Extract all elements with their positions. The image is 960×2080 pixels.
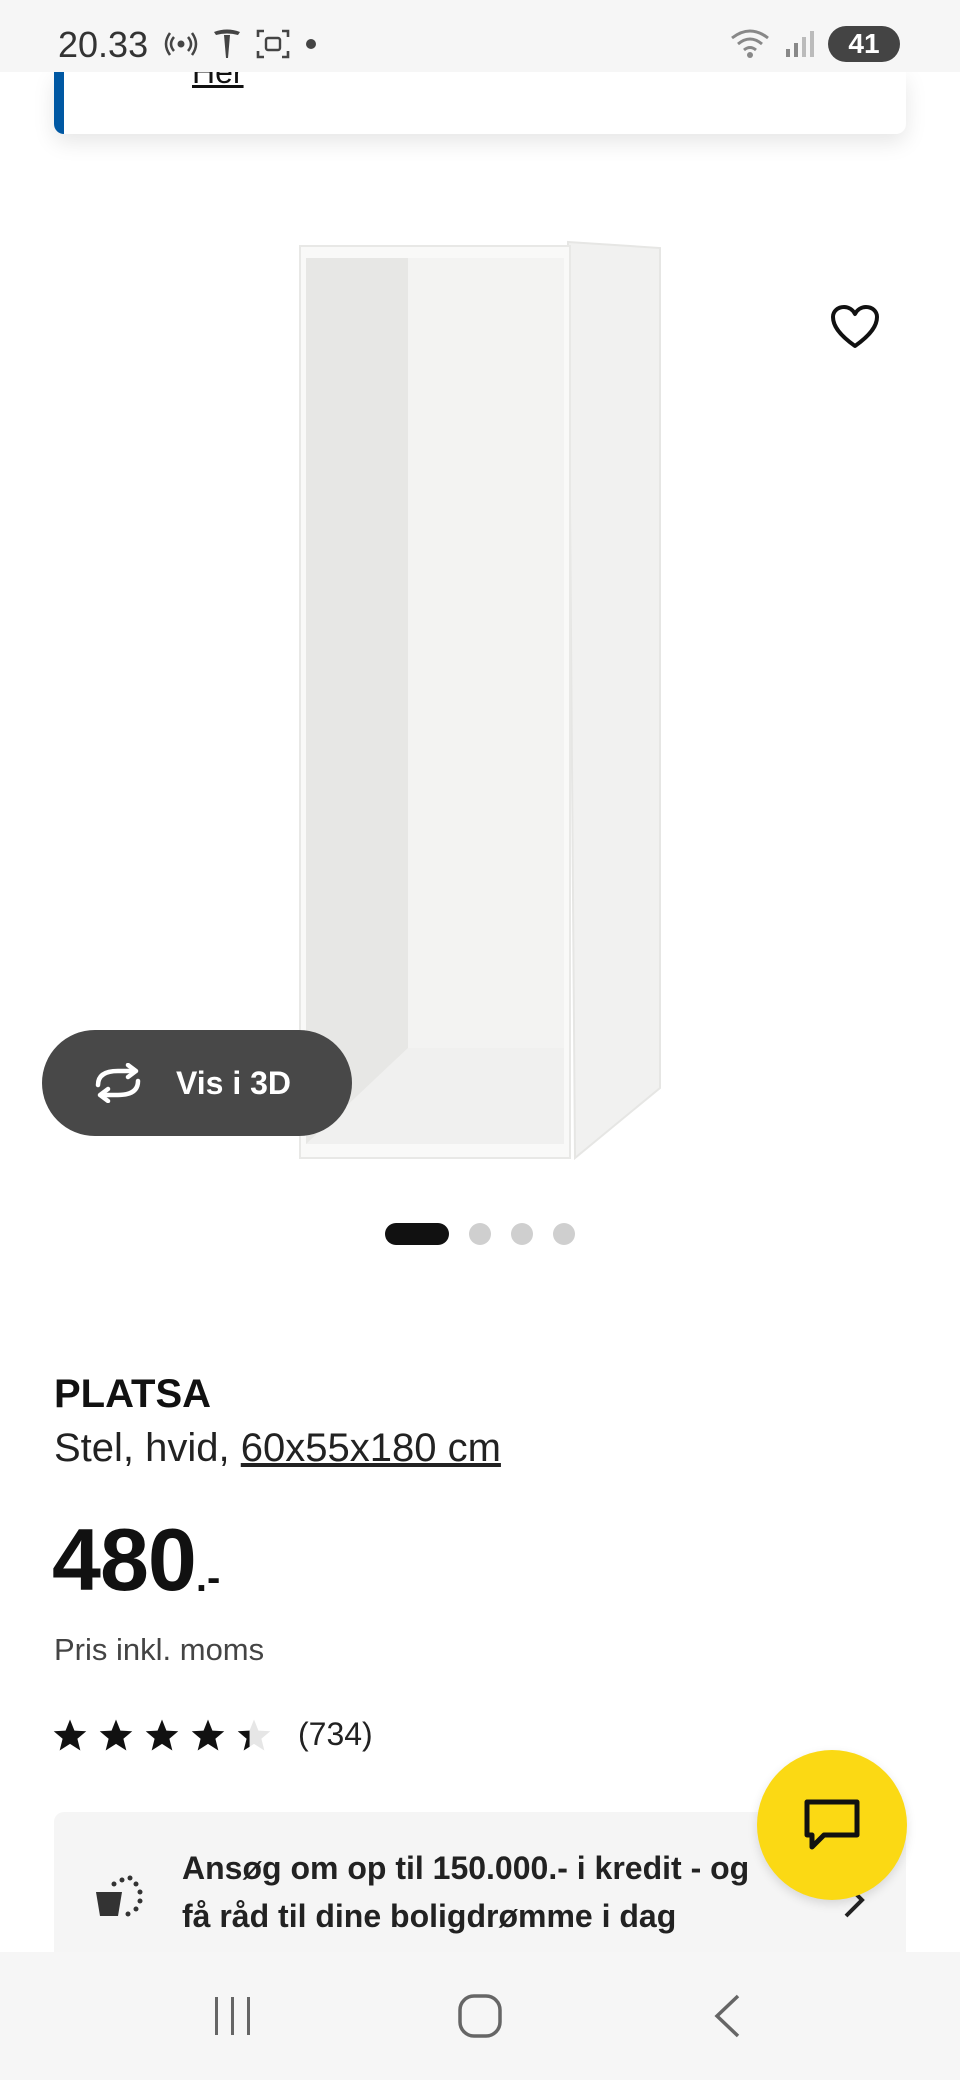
view-3d-label: Vis i 3D (176, 1064, 292, 1101)
wifi-icon (731, 29, 769, 58)
star-icon (99, 1718, 133, 1751)
status-bar: 20.33 41 (0, 0, 960, 72)
credit-banner-text: Ansøg om op til 150.000.- i kredit - og … (182, 1850, 750, 1934)
product-name: PLATSA (54, 1372, 212, 1416)
star-partial-icon (237, 1718, 271, 1751)
star-icon (53, 1718, 87, 1751)
heart-outline-icon (831, 305, 879, 348)
price-note: Pris inkl. moms (54, 1632, 265, 1667)
back-button[interactable] (677, 1976, 777, 2056)
price-integer: 480 (52, 1510, 197, 1609)
tesla-icon (214, 29, 240, 58)
product-description-text: Stel, hvid, (54, 1426, 241, 1470)
signal-icon (786, 31, 814, 57)
status-time: 20.33 (58, 24, 149, 65)
favorite-button[interactable] (820, 292, 890, 362)
notification-dot-icon (306, 39, 316, 49)
carousel-dot[interactable] (553, 1223, 575, 1245)
info-banner: Her (54, 72, 906, 134)
carousel-dot[interactable] (385, 1223, 449, 1245)
rating-stars (52, 1718, 272, 1752)
banner-accent-bar (54, 72, 64, 134)
product-dimensions-link[interactable]: 60x55x180 cm (241, 1426, 501, 1470)
screenshot-icon (256, 29, 290, 59)
banner-link[interactable]: Her (192, 72, 244, 91)
status-icons-right: 41 (730, 26, 900, 62)
system-nav-bar (0, 1952, 960, 2080)
status-icons-left (164, 28, 318, 60)
chat-bubble-icon (804, 1799, 860, 1850)
product-description: Stel, hvid, 60x55x180 cm (54, 1426, 501, 1471)
credit-cart-icon (96, 1875, 143, 1917)
product-rating[interactable]: (734) (52, 1716, 373, 1753)
view-3d-button[interactable]: Vis i 3D (42, 1030, 352, 1136)
home-button[interactable] (430, 1976, 530, 2056)
carousel-dot[interactable] (469, 1223, 491, 1245)
carousel-dot[interactable] (511, 1223, 533, 1245)
chat-button[interactable] (757, 1750, 907, 1900)
recent-apps-icon (215, 1997, 251, 2035)
battery-indicator: 41 (828, 26, 900, 62)
image-carousel-indicator (0, 1222, 960, 1246)
home-icon (458, 1994, 502, 2038)
star-icon (191, 1718, 225, 1751)
price-suffix: .- (195, 1556, 221, 1600)
broadcast-icon (164, 32, 198, 56)
rating-count: (734) (298, 1716, 373, 1752)
product-price: 480 .- (52, 1516, 220, 1604)
recent-apps-button[interactable] (183, 1976, 283, 2056)
star-icon (145, 1718, 179, 1751)
back-icon (714, 1994, 739, 2038)
rotate-3d-icon (95, 1063, 141, 1103)
